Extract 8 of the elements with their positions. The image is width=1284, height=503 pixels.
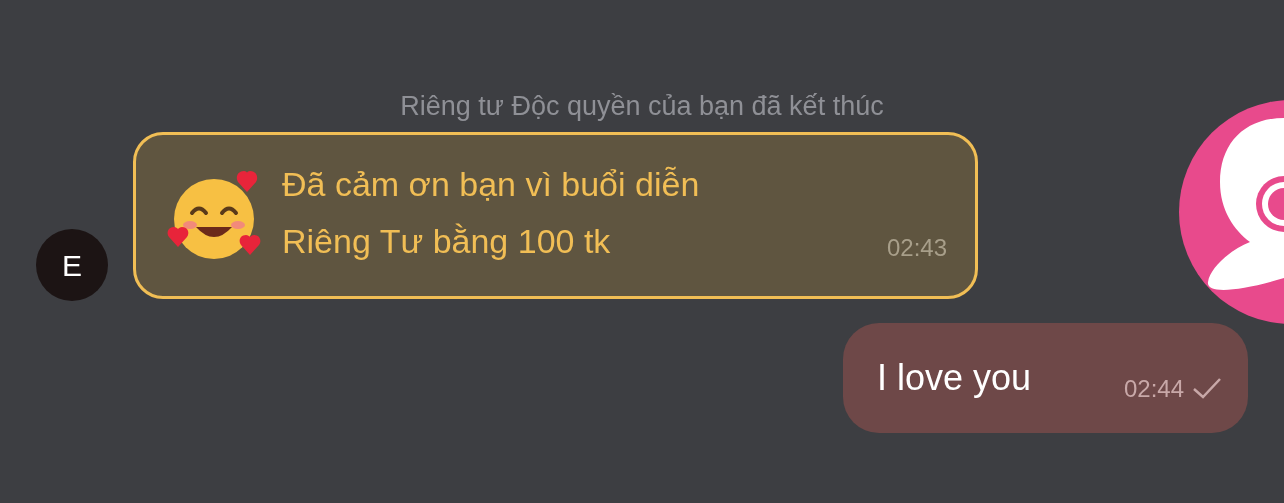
message-text: Riêng Tư bằng 100 tk <box>282 220 612 262</box>
system-notice: Riêng tư Độc quyền của bạn đã kết thúc <box>400 90 884 123</box>
message-text: I love you <box>877 356 1032 400</box>
message-time: 02:44 <box>1123 374 1184 404</box>
webcam-logo-icon <box>1176 100 1284 324</box>
sender-avatar[interactable]: E <box>36 229 108 301</box>
message-text: Đã cảm ơn bạn vì buổi diễn <box>282 163 700 205</box>
message-time: 02:43 <box>886 233 947 263</box>
